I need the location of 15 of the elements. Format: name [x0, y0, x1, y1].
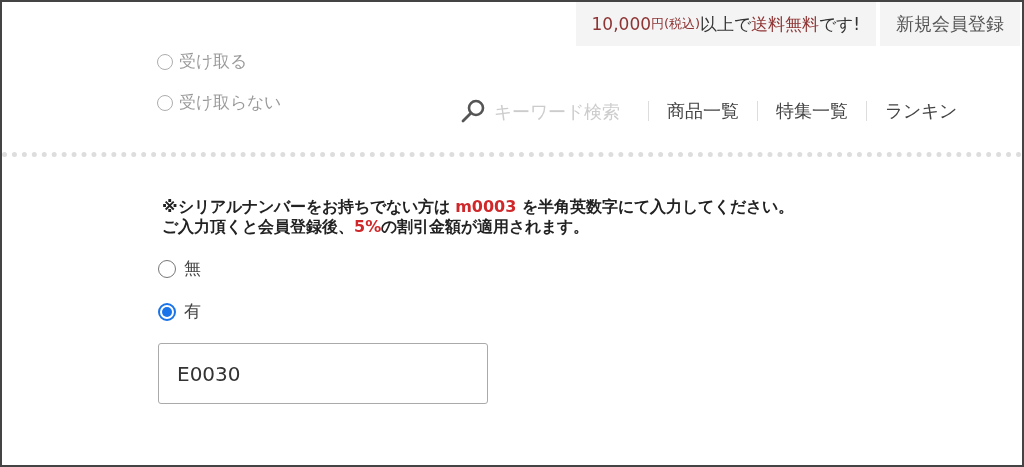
nav-link[interactable]: 商品一覧 [661, 99, 745, 123]
serial-number-field[interactable]: E0030 [158, 343, 488, 404]
notice-text: ご入力頂くと会員登録後、5%の割引金額が適用されます。 [162, 217, 591, 237]
notice-text: ※シリアルナンバーをお持ちでない方は m0003 を半角英数字にて入力してください。 [162, 197, 795, 217]
nav-link[interactable]: 特集一覧 [770, 99, 854, 123]
nav-link[interactable]: ランキン [879, 99, 963, 123]
option-label: 無 [184, 257, 201, 280]
register-button[interactable]: 新規会員登録 [880, 2, 1020, 46]
search-icon[interactable] [460, 98, 486, 124]
option-label: 受け取る [179, 50, 247, 73]
option-label: 受け取らない [179, 91, 281, 114]
option-label: 有 [184, 300, 201, 323]
radio-button[interactable] [158, 259, 176, 278]
free-shipping-banner: 10,000円(税込)以上で送料無料です! [575, 2, 876, 46]
radio-button[interactable] [158, 302, 176, 321]
